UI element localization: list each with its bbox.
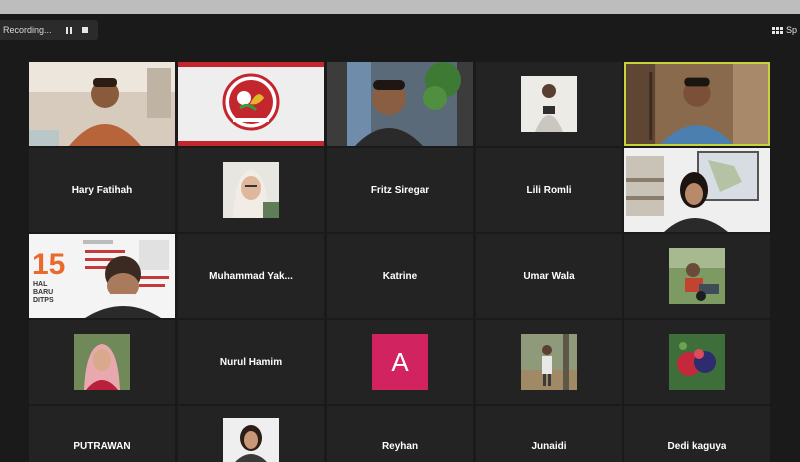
participant-photo [223,162,279,218]
participant-photo [521,334,577,390]
participant-tile[interactable]: PUTRAWAN [29,406,175,462]
participant-tile[interactable]: Reyhan [327,406,473,462]
participant-video-tile[interactable] [327,62,473,146]
organization-logo-video [178,62,324,146]
participant-tile[interactable] [624,234,770,318]
participant-name: Fritz Siregar [370,184,430,196]
slide-line-3: DITPS [33,297,54,304]
participant-video-tile[interactable] [29,62,175,146]
participant-name: Muhammad Yak... [209,270,293,282]
participant-video-tile[interactable] [476,62,622,146]
participant-tile[interactable]: Hary Fatihah [29,148,175,232]
participant-tile[interactable]: Dedi kaguya [624,406,770,462]
participant-thumbnail [521,334,577,390]
participant-thumbnail [74,334,130,390]
participant-video-tile[interactable]: 15 HAL BARU DITPS [29,234,175,318]
participant-tile[interactable]: Nurul Hamim [178,320,324,404]
participant-name: Junaidi [531,440,567,452]
participant-video [624,148,770,232]
participant-video-tile[interactable] [624,148,770,232]
participant-thumbnail [669,334,725,390]
participant-video [327,62,473,146]
participant-tile[interactable] [476,320,622,404]
participant-tile[interactable]: Katrine [327,234,473,318]
participant-tile[interactable]: Umar Wala [476,234,622,318]
gallery-grid: Hary Fatihah Fritz Siregar Lili Romli 15… [0,0,800,462]
participant-name: Hary Fatihah [71,184,133,196]
participant-tile[interactable]: A [327,320,473,404]
participant-tile[interactable] [29,320,175,404]
screen-share-video: 15 HAL BARU DITPS [29,234,175,318]
participant-photo [223,418,279,462]
participant-tile[interactable]: Junaidi [476,406,622,462]
participant-name: Umar Wala [523,270,575,282]
participant-name: Reyhan [381,440,419,452]
participant-photo [669,248,725,304]
participant-photo [521,76,577,132]
participant-thumbnail [223,162,279,218]
active-speaker-video-tile[interactable] [624,62,770,146]
participant-thumbnail [521,76,577,132]
participant-tile[interactable]: Muhammad Yak... [178,234,324,318]
participant-tile[interactable]: Fritz Siregar [327,148,473,232]
participant-name: PUTRAWAN [73,440,131,452]
participant-tile[interactable] [624,320,770,404]
participant-thumbnail [223,418,279,462]
participant-tile[interactable]: Lili Romli [476,148,622,232]
participant-video-tile[interactable] [178,62,324,146]
participant-name: Katrine [382,270,418,282]
participant-video [626,64,768,144]
slide-line-1: HAL [33,281,48,288]
participant-video [29,62,175,146]
participant-tile[interactable] [178,406,324,462]
participant-thumbnail [669,248,725,304]
participant-photo [74,334,130,390]
participant-name: Lili Romli [526,184,572,196]
participant-tile[interactable] [178,148,324,232]
slide-number: 15 [32,248,65,281]
participant-name: Nurul Hamim [219,356,283,368]
participant-photo [669,334,725,390]
participant-name: Dedi kaguya [667,440,727,452]
slide-line-2: BARU [33,289,53,296]
participant-avatar: A [372,334,428,390]
